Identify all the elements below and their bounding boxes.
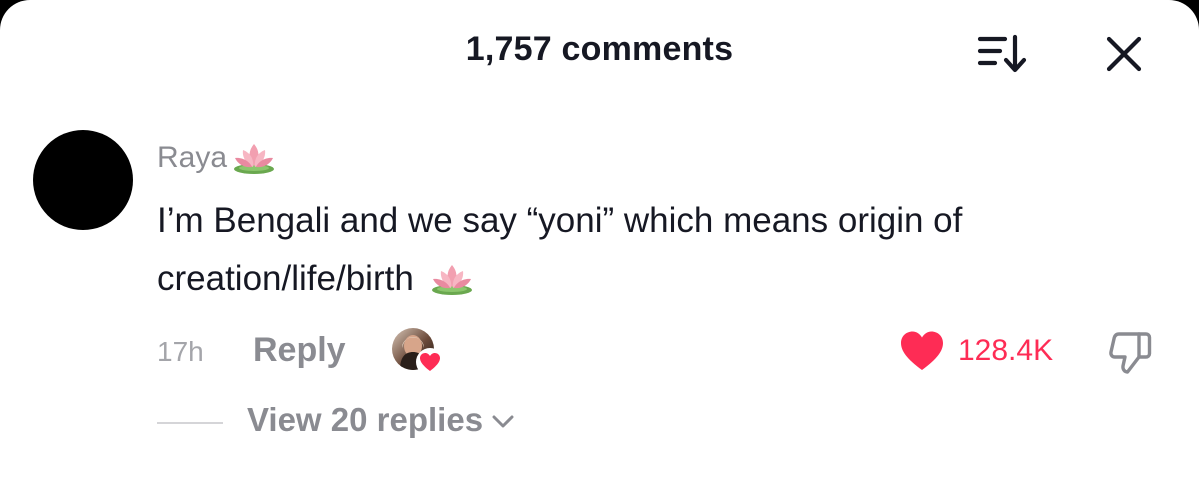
dislike-button[interactable] (1106, 328, 1156, 378)
replies-divider (157, 422, 223, 424)
chevron-down-icon (492, 415, 514, 428)
comments-sheet: 1,757 comments Raya I’m Bengali and we s… (0, 0, 1199, 480)
username[interactable]: Raya (157, 141, 227, 175)
lotus-icon (234, 144, 275, 174)
thumbs-down-icon (1109, 332, 1152, 374)
close-icon (1106, 36, 1142, 72)
sort-list-icon (977, 34, 1027, 73)
view-replies-button[interactable]: View 20 replies (247, 401, 515, 439)
heart-icon (420, 353, 440, 371)
like-count: 128.4K (958, 334, 1054, 367)
commenter-avatar[interactable] (33, 130, 133, 230)
creator-liked-badge (392, 328, 444, 376)
comment-text: I’m Bengali and we say “yoni” which mean… (157, 192, 1157, 308)
sort-comments-button[interactable] (975, 31, 1031, 77)
reply-button[interactable]: Reply (253, 331, 346, 370)
creator-heart-badge (416, 348, 444, 376)
username-row[interactable]: Raya (157, 138, 278, 178)
lotus-icon (431, 265, 472, 295)
comment-body: I’m Bengali and we say “yoni” which mean… (157, 201, 963, 298)
heart-filled-icon (901, 331, 943, 370)
like-button[interactable]: 128.4K (898, 326, 1053, 376)
view-replies-label: View 20 replies (247, 401, 484, 438)
close-button[interactable] (1102, 32, 1146, 76)
comment-timestamp: 17h (157, 336, 204, 367)
